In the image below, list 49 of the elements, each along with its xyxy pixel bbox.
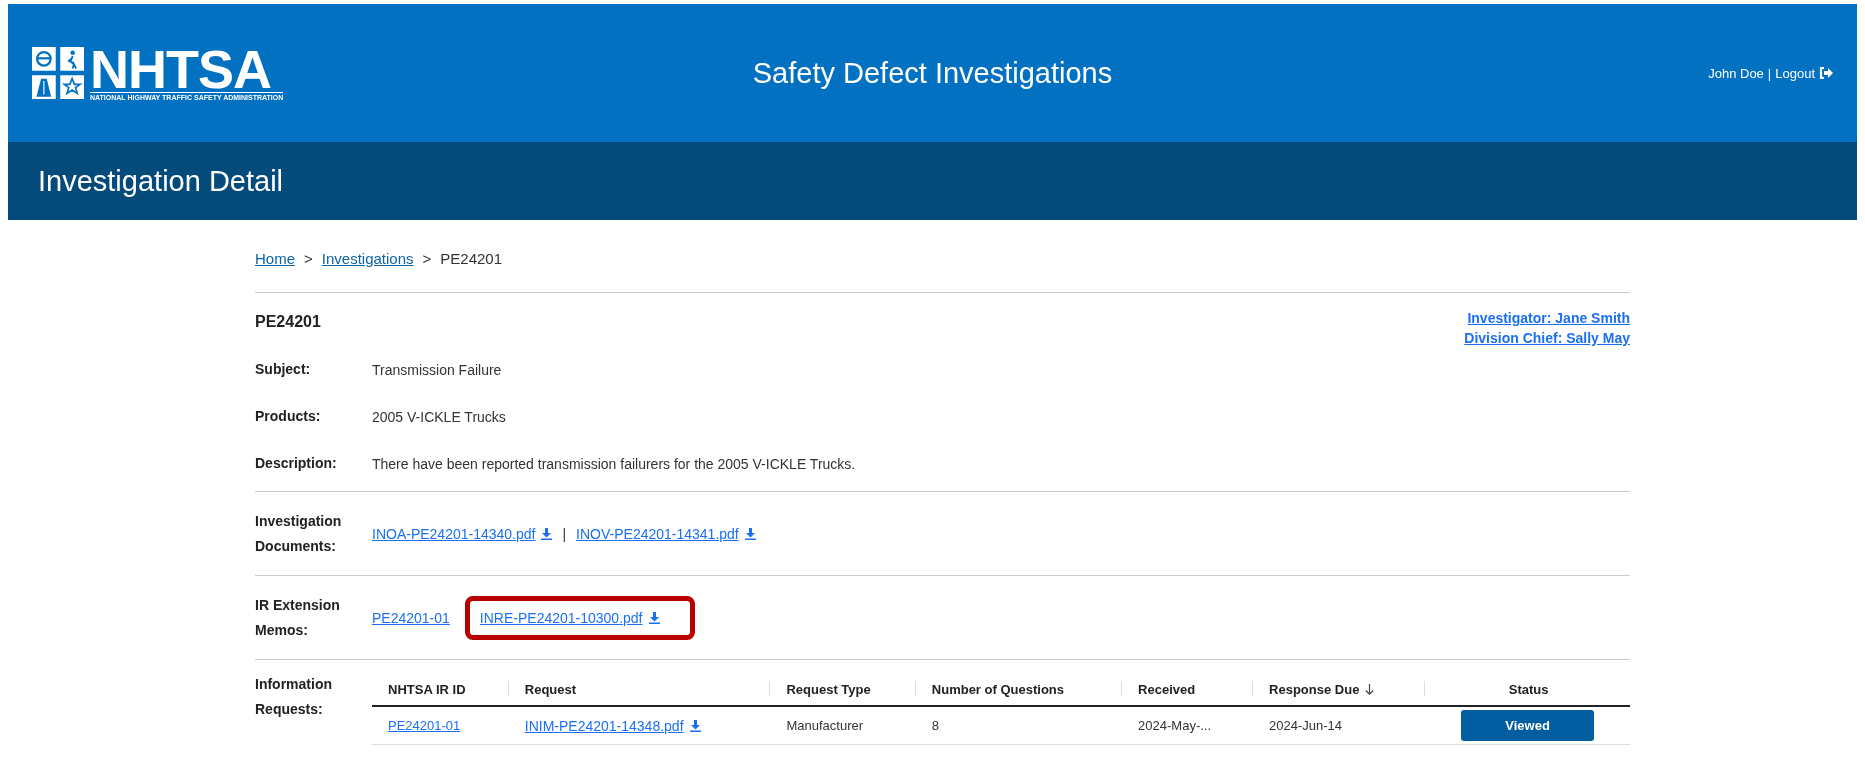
field-value: Transmission Failure [372, 361, 503, 378]
site-title: Safety Defect Investigations [752, 56, 1113, 90]
column-header[interactable]: Request Type [770, 672, 916, 706]
document-link[interactable]: INOV-PE24201-14341.pdf [576, 526, 756, 542]
logo-tiles-icon [32, 47, 84, 99]
table-cell: 8 [915, 706, 1123, 745]
table-cell: 2024-Jun-14 [1253, 706, 1426, 745]
logout-link[interactable]: Logout [1775, 65, 1833, 81]
request-link[interactable]: INIM-PE24201-14348.pdf [524, 717, 701, 734]
sort-down-icon[interactable] [1365, 684, 1375, 695]
field-label: Products: [255, 407, 322, 426]
separator: | [562, 526, 567, 542]
field-label: Investigation Documents: [255, 512, 343, 556]
investigation-id: PE24201 [255, 313, 321, 331]
breadcrumb-separator: > [422, 249, 432, 267]
table-cell: 2024-May-... [1122, 706, 1254, 745]
breadcrumb-current: PE24201 [440, 249, 502, 267]
breadcrumb-separator: > [304, 249, 313, 267]
field-value: There have been reported transmission failurers for the 2005 V-ICKLE Trucks. [372, 455, 857, 472]
column-header[interactable]: Number of Questions [915, 672, 1123, 706]
page-title: Investigation Detail [38, 164, 284, 198]
download-icon [541, 528, 553, 540]
breadcrumb-link[interactable]: Home [255, 249, 295, 267]
logo-wordmark: NHTSA [90, 45, 271, 92]
logout-icon [1819, 67, 1833, 79]
column-header[interactable]: Request [508, 672, 771, 706]
status-button[interactable]: Viewed [1461, 710, 1595, 741]
field-value: 2005 V-ICKLE Trucks [372, 408, 507, 425]
breadcrumb-link[interactable]: Investigations [321, 249, 414, 267]
download-icon [689, 719, 701, 732]
field-label: IR Extension Memos: [255, 596, 341, 640]
download-icon [744, 528, 756, 540]
column-header[interactable]: Received [1122, 672, 1254, 706]
separator: | [1767, 65, 1772, 81]
table-cell: Manufacturer [770, 706, 916, 745]
field-label: Description: [255, 454, 338, 473]
field-label: Information Requests: [255, 675, 333, 719]
download-icon [648, 612, 660, 624]
column-header[interactable]: Response Due [1253, 672, 1426, 706]
ir-id-link[interactable]: PE24201-01 [388, 718, 461, 733]
memo-link[interactable]: PE24201-01 [372, 610, 450, 626]
contact-link[interactable]: Division Chief: Sally May [1464, 330, 1630, 346]
column-header[interactable]: NHTSA IR ID [372, 672, 509, 706]
user-name: John Doe [1708, 65, 1764, 81]
contact-link[interactable]: Investigator: Jane Smith [1467, 310, 1630, 326]
field-label: Subject: [255, 360, 312, 379]
memo-file-link[interactable]: INRE-PE24201-10300.pdf [469, 601, 690, 635]
document-link[interactable]: INOA-PE24201-14340.pdf [372, 526, 553, 542]
column-header[interactable]: Status [1425, 672, 1630, 706]
